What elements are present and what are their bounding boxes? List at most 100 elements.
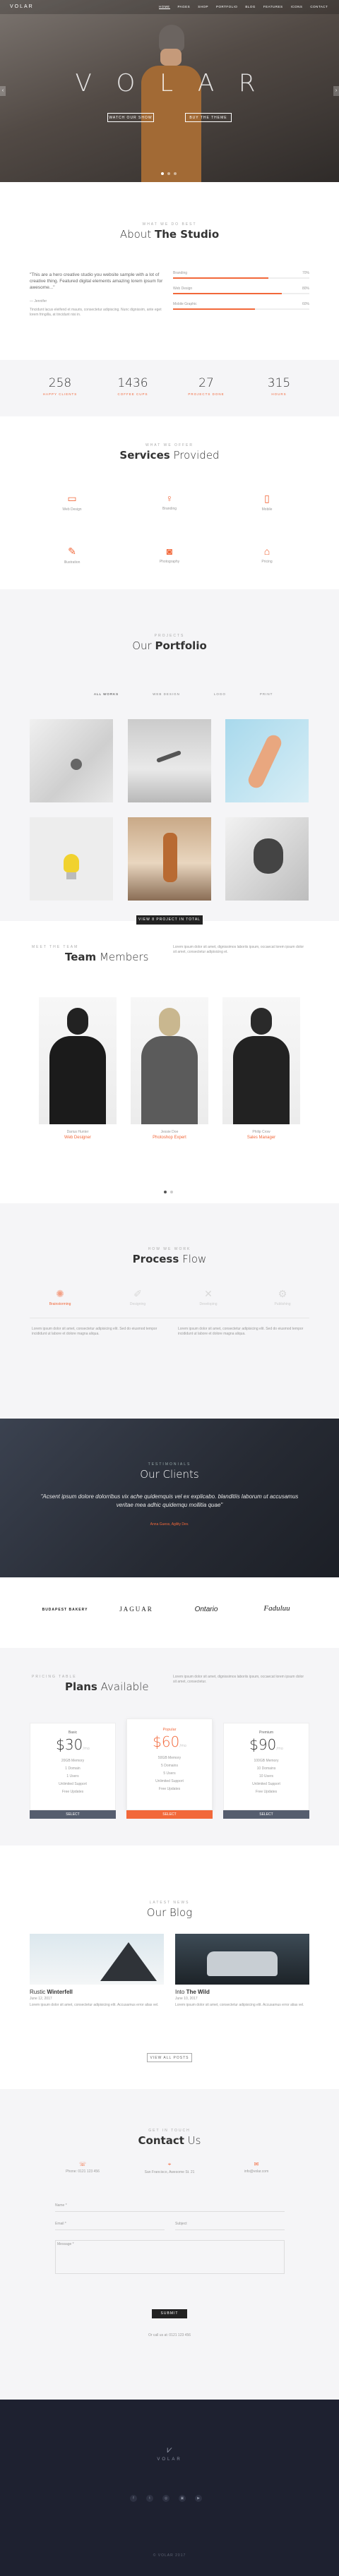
about-title-a: About (119, 228, 152, 241)
slider-next-arrow[interactable]: › (333, 86, 339, 96)
twitter-icon[interactable]: t (146, 2495, 153, 2502)
post-title-b: Winterfell (47, 1989, 73, 1995)
blog-post[interactable]: Rustic Winterfell June 12, 2017 Lorem ip… (30, 1934, 164, 2008)
nav-item-portfolio[interactable]: PORTFOLIO (216, 5, 237, 9)
team-title: Team Members (65, 951, 148, 963)
service-item[interactable]: ✎ Illustration (44, 546, 100, 565)
youtube-icon[interactable]: ▶ (195, 2495, 202, 2502)
message-field[interactable]: Message * (55, 2240, 285, 2274)
process-step[interactable]: ✺ Brainstorming (35, 1288, 85, 1306)
slider-dot[interactable] (167, 172, 170, 175)
service-item[interactable]: ♀ Branding (141, 493, 198, 511)
skill-value: 70% (302, 271, 309, 275)
service-item[interactable]: ▯ Mobile (239, 493, 295, 512)
facebook-icon[interactable]: f (130, 2495, 137, 2502)
nav-item-home[interactable]: HOME (159, 5, 170, 9)
member-name: Jessie Doe (160, 1130, 179, 1134)
pencil-icon: ✎ (68, 546, 76, 557)
process-text-left: Lorem ipsum dolor sit amet, consectetur … (32, 1327, 157, 1336)
process-step[interactable]: ✐ Designing (113, 1288, 162, 1306)
clients-title: Our Clients (140, 1468, 199, 1481)
team-desc: Lorem ipsum dolor sit amet, dignissimos … (173, 945, 304, 954)
carousel-dot[interactable] (170, 1191, 173, 1193)
submit-button[interactable]: SUBMIT (152, 2309, 187, 2318)
portfolio-item[interactable] (225, 719, 309, 802)
email-field[interactable]: Email * (55, 2222, 165, 2230)
footer-wings-icon: ⩗ (167, 2444, 172, 2455)
client-logo[interactable]: BUDAPEST BAKERY (37, 1608, 93, 1612)
contact-info-text: Phone: 0121 123 456 (66, 2169, 100, 2174)
blog-post[interactable]: Into The Wild June 10, 2017 Lorem ipsum … (175, 1934, 309, 2008)
nav-item-icons[interactable]: ICONS (291, 5, 303, 9)
plan-feature: Unlimited Support (59, 1782, 87, 1786)
process-step[interactable]: ✕ Developing (184, 1288, 233, 1306)
portfolio-title-b: Portfolio (155, 639, 207, 652)
tag-icon: ⌂ (263, 546, 270, 557)
plan-select-button[interactable]: SELECT (223, 1810, 309, 1819)
skill-name: Branding (173, 271, 188, 275)
plan-amount: 30 (64, 1736, 83, 1753)
service-item[interactable]: ⌂ Pricing (239, 546, 295, 564)
blog-pretitle: LATEST NEWS (149, 1901, 190, 1905)
process-step[interactable]: ⚙ Publishing (258, 1288, 307, 1306)
contact-pretitle: GET IN TOUCH (148, 2129, 191, 2133)
process-pretitle: HOW WE WORK (148, 1247, 191, 1251)
subject-field[interactable]: Subject (175, 2222, 285, 2230)
nav-item-features[interactable]: FEATURES (263, 5, 283, 9)
service-label: Pricing (261, 560, 273, 564)
footer-logo[interactable]: VOLAR (0, 2457, 339, 2462)
dribbble-icon[interactable]: ◎ (162, 2495, 170, 2502)
plan-card: Premium $90/mo 100GB Memory 10 Domains 1… (223, 1723, 309, 1810)
team-title-a: Team (65, 951, 97, 963)
slider-dot[interactable] (161, 172, 164, 175)
filter-web-design[interactable]: WEB DESIGN (153, 692, 180, 696)
team-member[interactable]: Jessie Doe Photoshop Expert (131, 997, 208, 1140)
nav-item-contact[interactable]: CONTACT (310, 5, 328, 9)
member-role: Sales Manager (246, 1136, 276, 1140)
plan-select-button[interactable]: SELECT (30, 1810, 116, 1819)
filter-all[interactable]: ALL WORKS (94, 692, 119, 696)
filter-logo[interactable]: LOGO (214, 692, 226, 696)
contact-info-item: ⌖ San Francisco, Awesome St. 21 (138, 2161, 201, 2174)
plan-feature: 1 Domain (65, 1767, 81, 1771)
footer: ⩗ VOLAR f t ◎ ▣ ▶ © VOLAR 2017 (0, 2400, 339, 2576)
filter-print[interactable]: PRINT (260, 692, 273, 696)
process-text-right: Lorem ipsum dolor sit amet, consectetur … (178, 1327, 304, 1336)
slider-dots (161, 172, 177, 175)
plan-card: Basic $30/mo 20GB Memory 1 Domain 1 User… (30, 1723, 116, 1810)
hero-watch-button[interactable]: WATCH OUR SHOW (107, 113, 154, 122)
team-member[interactable]: Darius Hunter Web Designer (39, 997, 117, 1140)
carousel-dot[interactable] (164, 1191, 167, 1193)
nav-item-blog[interactable]: BLOG (245, 5, 256, 9)
hero: VOLAR HOME PAGES SHOP PORTFOLIO BLOG FEA… (0, 0, 339, 182)
portfolio-item[interactable] (225, 817, 309, 901)
client-logo[interactable]: Faduluu (249, 1604, 305, 1613)
slider-dot[interactable] (174, 172, 177, 175)
service-item[interactable]: ▭ Web Design (44, 493, 100, 512)
process-section: HOW WE WORK Process Flow ✺ Brainstorming… (0, 1203, 339, 1419)
portfolio-item[interactable] (128, 817, 211, 901)
view-all-posts-button[interactable]: VIEW ALL POSTS (147, 2053, 192, 2062)
nav-item-shop[interactable]: SHOP (198, 5, 208, 9)
name-field[interactable]: Name * (55, 2203, 285, 2212)
nav-logo[interactable]: VOLAR (10, 4, 34, 9)
instagram-icon[interactable]: ▣ (179, 2495, 186, 2502)
slider-prev-arrow[interactable]: ‹ (0, 86, 6, 96)
service-item[interactable]: ◙ Photography (141, 546, 198, 564)
client-logo[interactable]: JAGUAR (112, 1606, 161, 1613)
nav-item-pages[interactable]: PAGES (178, 5, 191, 9)
portfolio-item[interactable] (30, 817, 113, 901)
client-quote: "Acsent ipsum dolore dolorribus vix ache… (40, 1493, 299, 1508)
about-author: — Jennifer (30, 299, 47, 303)
portfolio-item[interactable] (30, 719, 113, 802)
portfolio-item[interactable] (128, 719, 211, 802)
gear-icon: ⚙ (278, 1288, 287, 1299)
team-member[interactable]: Philip Crow Sales Manager (222, 997, 300, 1140)
plan-select-button[interactable]: SELECT (126, 1810, 213, 1819)
mail-icon: ✉ (254, 2161, 259, 2167)
hero-buy-button[interactable]: BUY THE THEME (185, 113, 232, 122)
contact-title: Contact Us (0, 2134, 339, 2147)
client-logo[interactable]: Ontario (185, 1606, 227, 1613)
contact-info-text: San Francisco, Awesome St. 21 (144, 2170, 195, 2174)
plan-feature: 100GB Memory (254, 1759, 279, 1763)
